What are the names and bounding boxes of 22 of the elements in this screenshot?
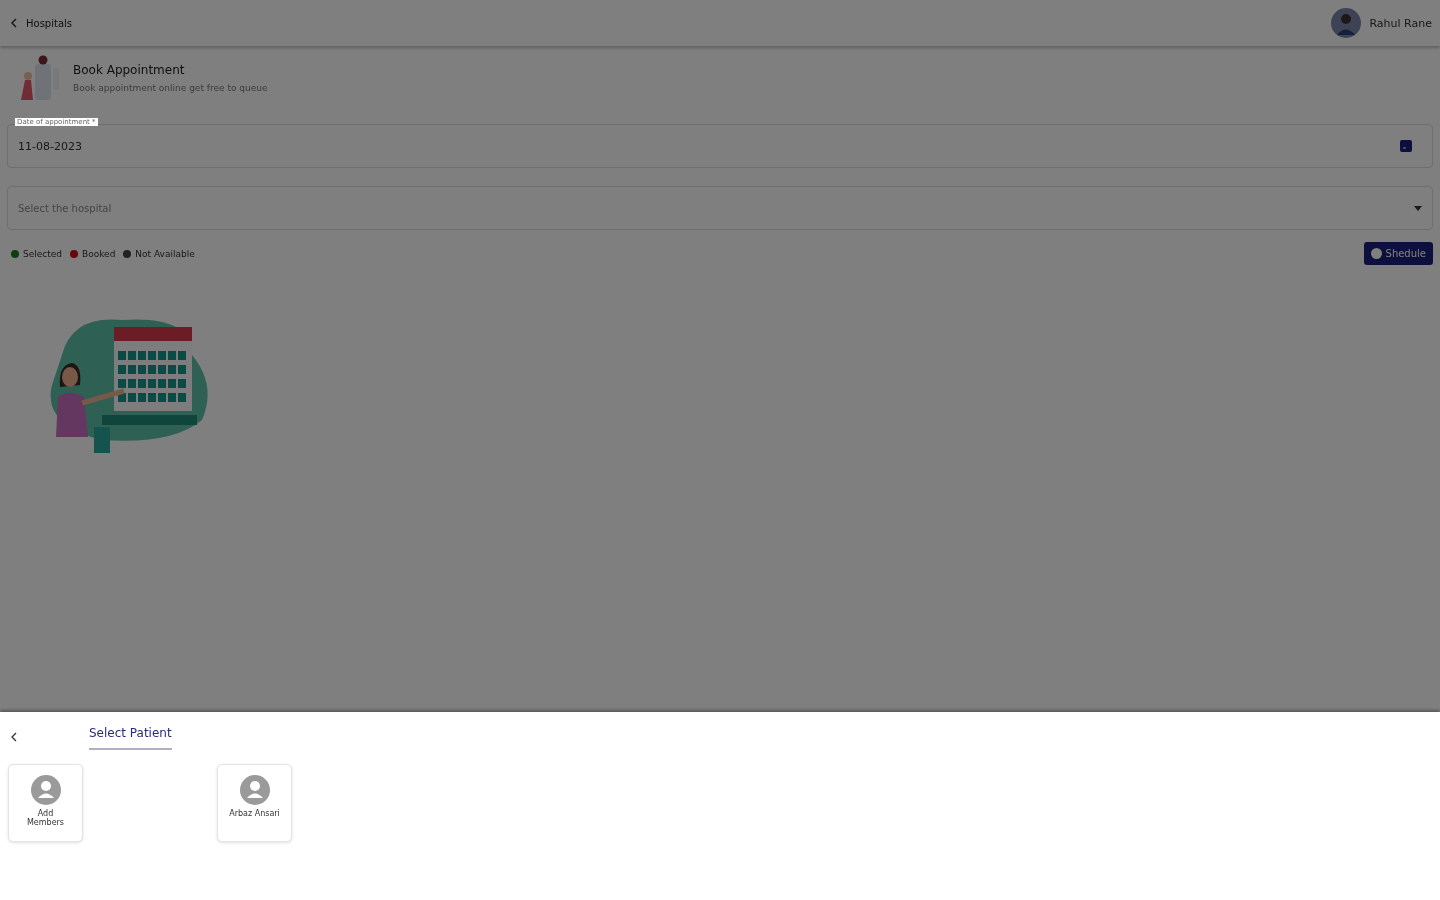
patient-card[interactable]: Arbaz Ansari xyxy=(217,764,292,842)
legend-label: Booked xyxy=(82,248,116,259)
hospital-select[interactable]: Select the hospital xyxy=(7,186,1433,230)
calendar-icon[interactable] xyxy=(1400,140,1412,152)
back-label: Hospitals xyxy=(26,17,72,29)
hospital-placeholder: Select the hospital xyxy=(18,202,112,214)
tab[interactable]: Select Patient xyxy=(89,724,172,750)
back-icon[interactable] xyxy=(10,732,17,742)
person-icon xyxy=(239,775,270,805)
user-name: Rahul Rane xyxy=(1369,16,1432,30)
back-button[interactable]: Hospitals xyxy=(10,17,72,29)
dropdown-caret-icon xyxy=(1414,205,1422,211)
user-avatar-icon[interactable] xyxy=(1331,8,1362,38)
add-member-card[interactable]: Add Members xyxy=(8,764,83,842)
page-subtitle: Book appointment online get free to queue xyxy=(73,83,268,93)
date-value: 11-08-2023 xyxy=(18,139,82,153)
page-title: Book Appointment xyxy=(73,63,186,77)
back-icon xyxy=(10,18,18,28)
legend-label: Not Available xyxy=(135,248,195,259)
legend-label: Selected xyxy=(23,248,62,259)
schedule-button[interactable]: Shedule xyxy=(1363,242,1433,265)
person-icon xyxy=(30,775,61,805)
